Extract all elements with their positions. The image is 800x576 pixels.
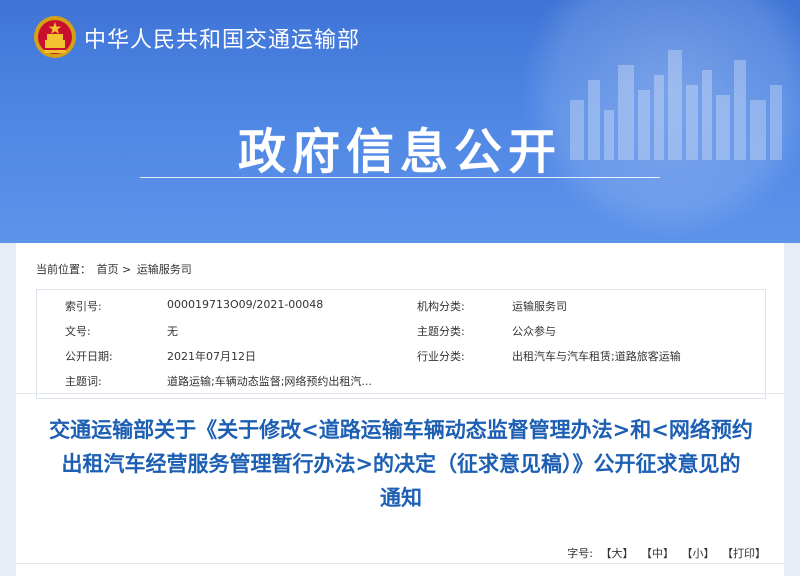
national-emblem-icon — [34, 16, 76, 58]
document-title-line: 交通运输部关于《关于修改<道路运输车辆动态监督管理办法>和<网络预约 — [49, 418, 753, 442]
document-title-line: 通知 — [380, 486, 422, 510]
agency-category-label: 机构分类: — [417, 300, 465, 313]
metadata-row: 主题词: 道路运输;车辆动态监督;网络预约出租汽... — [37, 367, 765, 389]
font-size-toolbar: 字号: 【大】 【中】 【小】 【打印】 — [567, 545, 766, 561]
divider — [16, 393, 784, 394]
banner-title: 政府信息公开 — [237, 124, 562, 180]
subject-category-value: 公众参与 — [512, 325, 556, 338]
divider — [16, 563, 784, 564]
industry-category-label: 行业分类: — [417, 350, 465, 363]
banner-divider — [140, 177, 660, 178]
keywords-label: 主题词: — [65, 375, 102, 388]
document-number-value: 无 — [167, 325, 178, 338]
breadcrumb-current-link[interactable]: 运输服务司 — [137, 263, 192, 276]
font-medium-button[interactable]: 【中】 — [641, 547, 674, 560]
document-number-label: 文号: — [65, 325, 91, 338]
breadcrumb: 当前位置： 首页 > 运输服务司 — [36, 261, 192, 277]
index-number-value: 000019713O09/2021-00048 — [167, 298, 324, 311]
font-small-button[interactable]: 【小】 — [682, 547, 715, 560]
metadata-row: 公开日期: 2021年07月12日 行业分类: 出租汽车与汽车租赁;道路旅客运输 — [37, 342, 765, 364]
keywords-value: 道路运输;车辆动态监督;网络预约出租汽... — [167, 375, 372, 388]
document-title: 交通运输部关于《关于修改<道路运输车辆动态监督管理办法>和<网络预约 出租汽车经… — [36, 413, 766, 515]
content-panel: 当前位置： 首页 > 运输服务司 索引号: 000019713O09/2021-… — [16, 243, 784, 576]
document-title-line: 出租汽车经营服务管理暂行办法>的决定（征求意见稿）》公开征求意见的 — [61, 452, 741, 476]
document-metadata-table: 索引号: 000019713O09/2021-00048 机构分类: 运输服务司… — [36, 289, 766, 399]
metadata-row: 文号: 无 主题分类: 公众参与 — [37, 317, 765, 339]
industry-category-value: 出租汽车与汽车租赁;道路旅客运输 — [512, 350, 681, 363]
print-button[interactable]: 【打印】 — [722, 547, 766, 560]
font-large-button[interactable]: 【大】 — [601, 547, 634, 560]
agency-category-value: 运输服务司 — [512, 300, 567, 313]
breadcrumb-home-link[interactable]: 首页 — [97, 263, 119, 276]
ministry-name[interactable]: 中华人民共和国交通运输部 — [84, 22, 360, 54]
publish-date-value: 2021年07月12日 — [167, 350, 256, 363]
metadata-row: 索引号: 000019713O09/2021-00048 机构分类: 运输服务司 — [37, 292, 765, 314]
breadcrumb-label: 当前位置： — [36, 263, 91, 276]
publish-date-label: 公开日期: — [65, 350, 113, 363]
subject-category-label: 主题分类: — [417, 325, 465, 338]
font-size-label: 字号: — [567, 547, 593, 560]
breadcrumb-separator: > — [122, 263, 132, 276]
header-banner: 中华人民共和国交通运输部 政府信息公开 — [0, 0, 800, 243]
index-number-label: 索引号: — [65, 300, 102, 313]
